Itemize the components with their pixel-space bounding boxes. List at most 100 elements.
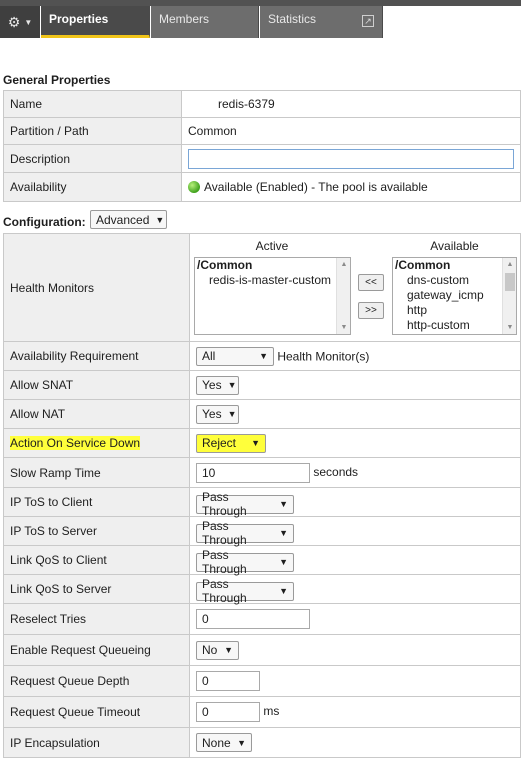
allow-snat-cell: Yes ▼	[189, 370, 521, 400]
chevron-down-icon: ▼	[279, 528, 288, 539]
move-left-button[interactable]: <<	[358, 274, 384, 291]
chevron-down-icon: ▼	[279, 557, 288, 568]
tab-statistics[interactable]: Statistics ↗	[260, 6, 383, 38]
ip-encapsulation-value: None	[202, 735, 231, 750]
allow-nat-value: Yes	[202, 407, 222, 421]
allow-snat-select[interactable]: Yes ▼	[196, 375, 239, 395]
chevron-down-icon: ▼	[224, 645, 233, 655]
scroll-thumb[interactable]	[505, 273, 515, 291]
request-queue-timeout-input[interactable]: 0	[196, 702, 260, 722]
enable-request-queueing-cell: No ▼	[189, 634, 521, 666]
move-right-button[interactable]: >>	[358, 302, 384, 319]
slow-ramp-time-input[interactable]: 10	[196, 462, 310, 483]
link-qos-client-label: Link QoS to Client	[3, 545, 190, 575]
availability-requirement-cell: All ▼ Health Monitor(s)	[189, 341, 521, 371]
chevron-down-icon: ▼	[259, 351, 268, 361]
chevron-down-icon: ▼	[279, 499, 288, 510]
configuration-mode-value: Advanced	[96, 212, 150, 227]
chevron-down-icon: ▼	[237, 737, 246, 748]
link-qos-client-select[interactable]: Pass Through ▼	[196, 548, 294, 576]
link-qos-server-select[interactable]: Pass Through ▼	[196, 577, 294, 605]
ip-tos-client-value: Pass Through	[202, 490, 247, 519]
chevron-down-icon: ▼	[251, 438, 260, 448]
reselect-tries-input[interactable]: 0	[196, 609, 310, 629]
caret-down-icon: ▼	[24, 17, 33, 27]
ip-tos-server-cell: Pass Through ▼	[189, 516, 521, 547]
scroll-down-icon[interactable]: ▼	[503, 321, 517, 334]
availability-requirement-select[interactable]: All ▼	[196, 346, 274, 366]
tab-statistics-label: Statistics	[268, 12, 317, 26]
action-on-service-down-cell: Reject ▼	[189, 428, 521, 458]
name-label: Name	[3, 90, 182, 118]
link-qos-server-label: Link QoS to Server	[3, 574, 190, 604]
allow-nat-label: Allow NAT	[3, 399, 190, 429]
list-item[interactable]: http-custom	[393, 318, 516, 333]
status-green-icon	[188, 181, 200, 193]
configuration-mode-select[interactable]: Advanced ▼	[90, 210, 167, 229]
active-header: Active	[255, 239, 289, 253]
ip-tos-client-cell: Pass Through ▼	[189, 487, 521, 518]
active-list-scrollbar[interactable]: ▲ ▼	[336, 258, 350, 334]
name-cell: redis-6379	[181, 90, 521, 118]
available-header: Available	[430, 239, 479, 253]
health-monitors-label: Health Monitors	[3, 233, 190, 342]
scroll-down-icon[interactable]: ▼	[337, 321, 351, 334]
tab-properties[interactable]: Properties	[41, 6, 150, 38]
action-on-service-down-label-cell: Action On Service Down	[3, 428, 190, 458]
gear-menu-button[interactable]: ⚙ ▼	[0, 6, 40, 38]
availability-requirement-label: Availability Requirement	[3, 341, 190, 371]
slow-ramp-time-label: Slow Ramp Time	[3, 457, 190, 488]
description-cell	[181, 144, 521, 173]
active-monitors-list[interactable]: /Common redis-is-master-custom ▲ ▼	[194, 257, 351, 335]
partition-label: Partition / Path	[3, 117, 182, 145]
request-queue-depth-input[interactable]: 0	[196, 671, 260, 691]
top-nav: ⚙ ▼ Properties Members Statistics ↗	[0, 0, 521, 40]
slow-ramp-time-unit: seconds	[313, 464, 359, 479]
ip-encapsulation-cell: None ▼	[189, 727, 521, 758]
tab-members[interactable]: Members	[151, 6, 259, 38]
availability-cell: Available (Enabled) - The pool is availa…	[181, 172, 521, 202]
link-qos-server-cell: Pass Through ▼	[189, 574, 521, 605]
active-folder: /Common	[197, 258, 253, 272]
enable-request-queueing-select[interactable]: No ▼	[196, 640, 239, 660]
scroll-up-icon[interactable]: ▲	[337, 258, 351, 271]
list-item[interactable]: gateway_icmp	[393, 288, 516, 303]
available-list-scrollbar[interactable]: ▲ ▼	[502, 258, 516, 334]
allow-nat-select[interactable]: Yes ▼	[196, 404, 239, 424]
chevron-down-icon: ▼	[227, 380, 237, 390]
request-queue-depth-label: Request Queue Depth	[3, 665, 190, 697]
ip-encapsulation-select[interactable]: None ▼	[196, 733, 252, 752]
general-properties-heading: General Properties	[3, 73, 111, 87]
allow-nat-cell: Yes ▼	[189, 399, 521, 429]
configuration-heading: Configuration:	[3, 215, 86, 229]
available-monitors-list[interactable]: /Common dns-custom gateway_icmp http htt…	[392, 257, 517, 335]
chevron-down-icon: ▼	[155, 214, 165, 225]
ip-tos-server-label: IP ToS to Server	[3, 516, 190, 546]
scroll-up-icon[interactable]: ▲	[503, 258, 517, 271]
availability-requirement-value: All	[202, 349, 216, 363]
available-folder: /Common	[395, 258, 451, 272]
list-item[interactable]: http	[393, 303, 516, 318]
description-input[interactable]	[188, 148, 514, 169]
gear-icon: ⚙	[7, 13, 21, 30]
request-queue-timeout-unit: ms	[263, 704, 280, 719]
availability-label: Availability	[3, 172, 182, 202]
link-qos-client-value: Pass Through	[202, 548, 247, 577]
enable-request-queueing-label: Enable Request Queueing	[3, 634, 190, 666]
reselect-tries-label: Reselect Tries	[3, 603, 190, 635]
request-queue-timeout-label: Request Queue Timeout	[3, 696, 190, 728]
list-item[interactable]: dns-custom	[393, 273, 516, 288]
enable-request-queueing-value: No	[202, 643, 218, 657]
ip-tos-client-select[interactable]: Pass Through ▼	[196, 490, 294, 518]
ip-tos-server-select[interactable]: Pass Through ▼	[196, 519, 294, 547]
link-qos-client-cell: Pass Through ▼	[189, 545, 521, 576]
chevron-down-icon: ▼	[227, 409, 237, 419]
allow-snat-value: Yes	[202, 378, 222, 392]
partition-value: Common	[181, 117, 521, 145]
general-properties-table: Name redis-6379 Partition / Path Common …	[3, 90, 521, 202]
health-monitors-widget: Active Available /Common redis-is-master…	[192, 239, 521, 337]
allow-snat-label: Allow SNAT	[3, 370, 190, 400]
popout-icon[interactable]: ↗	[362, 15, 374, 27]
list-item[interactable]: redis-is-master-custom	[195, 273, 350, 288]
action-on-service-down-select[interactable]: Reject ▼	[196, 433, 266, 453]
